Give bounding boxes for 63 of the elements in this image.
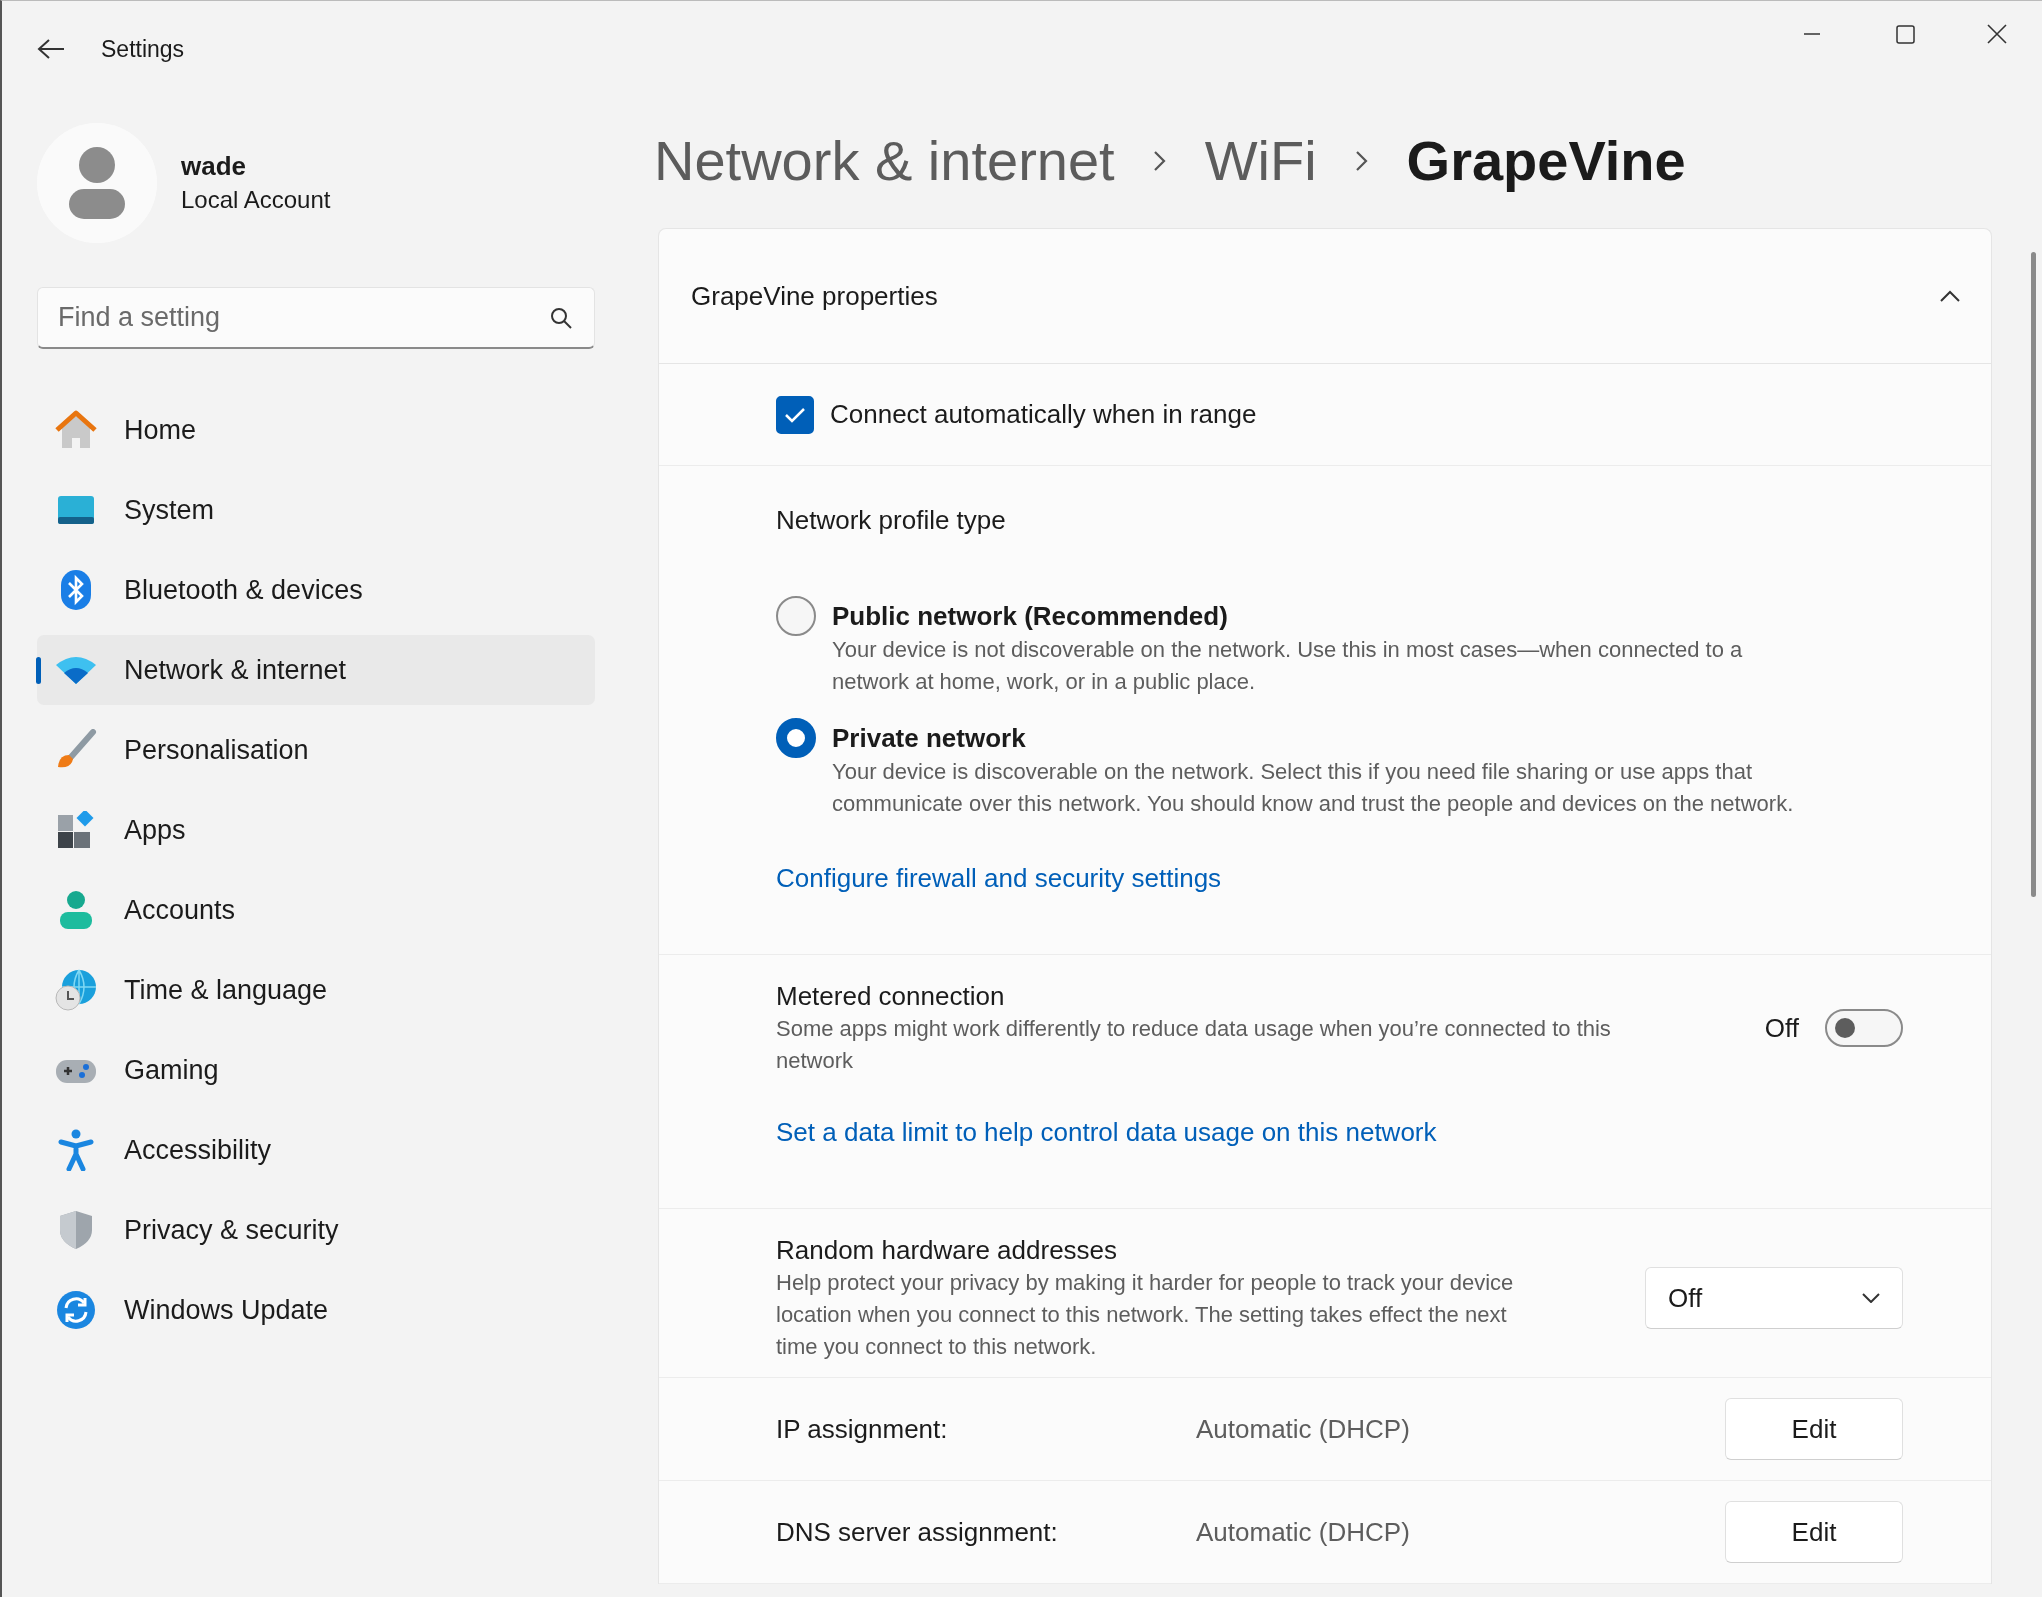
refresh-icon — [56, 1290, 96, 1330]
chevron-icon[interactable] — [1939, 289, 1961, 303]
scrollbar[interactable] — [2031, 252, 2036, 897]
account-name: wade — [181, 150, 248, 183]
accessibility-icon — [58, 1129, 94, 1171]
setting-description: Help protect your privacy by making it harder for people to track your device location when you connect to this network. The setting takes effect the next time you connect to this network. — [776, 1269, 1515, 1361]
chevron-right-icon — [1152, 149, 1167, 172]
sidebar-item[interactable]: Accounts — [37, 875, 595, 945]
monitor-icon — [57, 495, 95, 525]
setting-description: Some apps might work differently to reduce data usage when you’re connected to this network — [776, 1015, 1612, 1075]
breadcrumb-item[interactable]: WiFi — [1204, 128, 1317, 193]
sidebar-item[interactable]: Personalisation — [37, 715, 595, 785]
sidebar-item[interactable]: Gaming — [37, 1035, 595, 1105]
setting-value: Automatic (DHCP) — [1196, 1413, 1411, 1445]
selection-indicator — [36, 657, 41, 684]
back-arrow-icon[interactable] — [37, 38, 65, 60]
option-label: Public network (Recommended) — [832, 600, 1229, 633]
option-description: Your device is discoverable on the network. Select this if you need file sharing or use apps that communicate over this network. You should know and trust the people and devices on the network. — [832, 758, 1795, 818]
setting-label: IP assignment: — [776, 1413, 949, 1445]
globe-clock-icon — [55, 969, 97, 1011]
dropdown[interactable]: Off — [1645, 1267, 1903, 1329]
sidebar-item[interactable]: Home — [37, 395, 595, 465]
radio-button[interactable] — [776, 596, 816, 636]
person-icon — [59, 890, 93, 930]
sidebar-item[interactable]: Time & language — [37, 955, 595, 1025]
sidebar-item[interactable]: Windows Update — [37, 1275, 595, 1345]
firewall-link[interactable]: Configure firewall and security settings — [776, 860, 1222, 896]
bluetooth-icon — [60, 569, 92, 611]
account-type: Local Account — [181, 185, 331, 215]
sidebar-item[interactable]: System — [37, 475, 595, 545]
option-label: Private network — [832, 722, 1027, 755]
shield-icon — [58, 1210, 94, 1250]
setting-title: Metered connection — [776, 980, 1006, 1013]
sidebar-item[interactable]: Bluetooth & devices — [37, 555, 595, 625]
toggle-state: Off — [1764, 1012, 1799, 1044]
search-icon — [549, 306, 573, 330]
toggle-switch[interactable] — [1825, 1009, 1903, 1047]
sidebar-item[interactable]: Accessibility — [37, 1115, 595, 1185]
setting-title: Random hardware addresses — [776, 1234, 1119, 1267]
window-title: Settings — [101, 35, 185, 63]
home-icon — [55, 410, 97, 450]
checkmark-icon — [784, 405, 806, 424]
breadcrumb-item[interactable]: Network & internet — [654, 128, 1115, 193]
wifi-icon — [55, 655, 97, 685]
search-field[interactable]: Find a setting — [37, 287, 595, 349]
card-title: GrapeVine properties — [691, 280, 938, 312]
sidebar-item[interactable]: Network & internet — [37, 635, 595, 705]
apps-icon — [57, 811, 95, 849]
chevron-right-icon — [1354, 149, 1369, 172]
section-heading: Network profile type — [776, 504, 1007, 537]
setting-label: DNS server assignment: — [776, 1516, 1059, 1548]
checkbox[interactable] — [776, 395, 814, 434]
chevron-down-icon — [1862, 1293, 1880, 1303]
checkbox-label: Connect automatically when in range — [830, 399, 1257, 430]
edit-button[interactable]: Edit — [1725, 1398, 1903, 1460]
option-description: Your device is not discoverable on the network. Use this in most cases—when connected to a network at home, work, or in a public place. — [832, 636, 1744, 696]
radio-button[interactable] — [776, 718, 816, 758]
data-limit-link[interactable]: Set a data limit to help control data usage on this network — [776, 1114, 1437, 1150]
sidebar-item[interactable]: Apps — [37, 795, 595, 865]
sidebar-item[interactable]: Privacy & security — [37, 1195, 595, 1265]
setting-value: Automatic (DHCP) — [1196, 1516, 1411, 1548]
breadcrumb-item: GrapeVine — [1406, 128, 1686, 193]
edit-button[interactable]: Edit — [1725, 1501, 1903, 1563]
